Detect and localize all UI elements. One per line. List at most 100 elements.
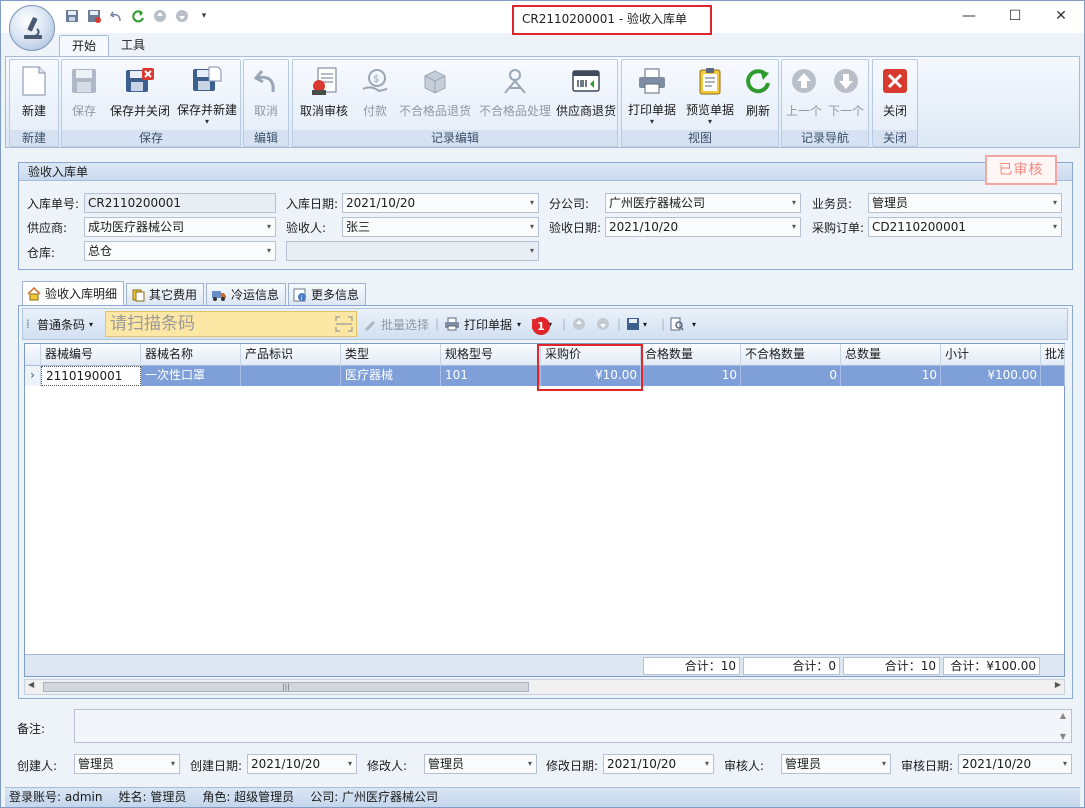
cell-total[interactable]: 10	[841, 366, 941, 386]
handling-icon	[499, 64, 531, 98]
cancel-button[interactable]: 取消	[248, 64, 284, 126]
table-row[interactable]: › 2110190001 一次性口罩 医疗器械 101 ¥10.00 10 0 …	[25, 366, 1065, 386]
cell-approval[interactable]	[1041, 366, 1065, 386]
cell-type[interactable]: 医疗器械	[341, 366, 441, 386]
move-down-button[interactable]	[596, 309, 610, 339]
app-menu-button[interactable]	[9, 5, 55, 51]
return-unqualified-button[interactable]: 不合格品退货	[397, 64, 473, 126]
batch-select-button[interactable]: 批量选择	[363, 309, 429, 339]
tab-receipt-detail[interactable]: 验收入库明细	[22, 281, 125, 305]
modify-date-field[interactable]: 2021/10/20 ▾	[603, 754, 714, 774]
supplier-field[interactable]: 成功医疗器械公司 ▾	[84, 217, 276, 237]
column-header[interactable]: 批准	[1041, 344, 1065, 366]
save-icon[interactable]	[63, 7, 81, 25]
save-close-button[interactable]: 保存并关闭	[108, 64, 172, 126]
inspect-date-field[interactable]: 2021/10/20 ▾	[605, 217, 801, 237]
refresh-icon[interactable]	[129, 7, 147, 25]
tab-other-fees[interactable]: 其它费用	[126, 283, 205, 305]
print-doc-button[interactable]: 打印单据 ▾	[444, 309, 521, 339]
receipt-date-field[interactable]: 2021/10/20 ▾	[342, 193, 539, 213]
column-header[interactable]: 采购价	[541, 344, 641, 366]
maximize-icon[interactable]: ☐	[992, 1, 1038, 31]
minimize-icon[interactable]: —	[946, 1, 992, 31]
arrow-down-circle-icon	[597, 318, 609, 330]
column-header[interactable]: 产品标识	[241, 344, 341, 366]
close-window-icon[interactable]: ✕	[1038, 1, 1084, 31]
remark-field[interactable]: ▲ ▼	[74, 709, 1072, 743]
header-indicator	[25, 344, 41, 366]
refresh-button[interactable]: 刷新	[740, 64, 776, 126]
salesman-field[interactable]: 管理员 ▾	[868, 193, 1062, 213]
fees-icon	[132, 289, 145, 301]
previous-button[interactable]: 上一个	[784, 64, 824, 126]
tab-cold-chain[interactable]: 冷运信息	[206, 283, 287, 305]
modifier-field[interactable]: 管理员 ▾	[424, 754, 537, 774]
cell-name[interactable]: 一次性口罩	[141, 366, 241, 386]
move-up-button[interactable]	[572, 309, 586, 339]
toolbar-overflow-icon[interactable]: ▾	[692, 309, 696, 339]
supplier-return-button[interactable]: 供应商退货	[555, 64, 617, 126]
create-date-field[interactable]: 2021/10/20 ▾	[247, 754, 357, 774]
barcode-mode-dropdown[interactable]: 普通条码 ▾	[37, 309, 93, 339]
new-button[interactable]: 新建	[14, 64, 54, 126]
payment-button[interactable]: $ 付款	[357, 64, 393, 126]
next-button[interactable]: 下一个	[826, 64, 866, 126]
printer-icon	[636, 64, 668, 97]
column-header[interactable]: 规格型号	[441, 344, 541, 366]
po-no-field[interactable]: CD2110200001 ▾	[868, 217, 1062, 237]
save-button[interactable]: 保存	[66, 64, 102, 126]
inspector-field[interactable]: 张三 ▾	[342, 217, 539, 237]
tab-home[interactable]: 开始	[59, 35, 110, 57]
horizontal-scrollbar[interactable]: ◀ ||| ▶	[24, 679, 1065, 695]
dropdown-arrow-icon: ▾	[1062, 759, 1067, 768]
find-button[interactable]	[670, 309, 684, 339]
tab-tools[interactable]: 工具	[109, 35, 157, 57]
cell-udi[interactable]	[241, 366, 341, 386]
scroll-down-icon[interactable]: ▼	[1060, 732, 1066, 741]
save-layout-button[interactable]: ▾	[626, 309, 647, 339]
cell-unqualified[interactable]: 0	[741, 366, 841, 386]
remark-label: 备注:	[17, 722, 46, 736]
save-new-button[interactable]: 保存并新建 ▾	[176, 64, 238, 126]
cell-code[interactable]: 2110190001	[41, 366, 141, 386]
cancel-audit-button[interactable]: 取消审核	[297, 64, 351, 126]
close-button[interactable]: 关闭	[877, 64, 913, 126]
barcode-scan-input[interactable]: 请扫描条码	[105, 311, 357, 337]
scroll-left-icon[interactable]: ◀	[28, 680, 34, 689]
column-header[interactable]: 小计	[941, 344, 1041, 366]
audit-date-field[interactable]: 2021/10/20 ▾	[958, 754, 1072, 774]
group-label-edit: 编辑	[244, 130, 288, 146]
dropdown-arrow-icon: ▾	[517, 319, 522, 329]
scroll-up-icon[interactable]: ▲	[1060, 711, 1066, 720]
next-icon[interactable]	[173, 7, 191, 25]
cell-price[interactable]: ¥10.00	[541, 366, 641, 386]
dropdown-arrow-icon: ▾	[266, 222, 271, 231]
warehouse-field[interactable]: 总仓 ▾	[84, 241, 276, 261]
column-header[interactable]: 器械名称	[141, 344, 241, 366]
auditor-field[interactable]: 管理员 ▾	[781, 754, 891, 774]
close-icon	[879, 64, 911, 98]
save-close-icon[interactable]	[85, 7, 103, 25]
group-label-view: 视图	[622, 130, 778, 146]
previous-icon[interactable]	[151, 7, 169, 25]
column-header[interactable]: 类型	[341, 344, 441, 366]
branch-field[interactable]: 广州医疗器械公司 ▾	[605, 193, 801, 213]
tab-more-info[interactable]: i 更多信息	[288, 283, 367, 305]
preview-button[interactable]: 预览单据 ▾	[682, 64, 738, 126]
column-header[interactable]: 不合格数量	[741, 344, 841, 366]
print-button[interactable]: 打印单据 ▾	[624, 64, 680, 126]
creator-field[interactable]: 管理员 ▾	[74, 754, 180, 774]
undo-icon[interactable]	[107, 7, 125, 25]
cell-subtotal[interactable]: ¥100.00	[941, 366, 1041, 386]
warehouse-location-field[interactable]: ▾	[286, 241, 539, 261]
column-header[interactable]: 总数量	[841, 344, 941, 366]
column-header[interactable]: 器械编号	[41, 344, 141, 366]
column-header[interactable]: 合格数量	[641, 344, 741, 366]
cell-spec[interactable]: 101	[441, 366, 541, 386]
handle-unqualified-button[interactable]: 不合格品处理	[477, 64, 553, 126]
scrollbar-thumb[interactable]: |||	[43, 682, 529, 692]
qat-customize-icon[interactable]: ▾	[195, 7, 213, 25]
cell-qualified[interactable]: 10	[641, 366, 741, 386]
receipt-no-field[interactable]: CR2110200001	[84, 193, 276, 213]
scroll-right-icon[interactable]: ▶	[1055, 680, 1061, 689]
